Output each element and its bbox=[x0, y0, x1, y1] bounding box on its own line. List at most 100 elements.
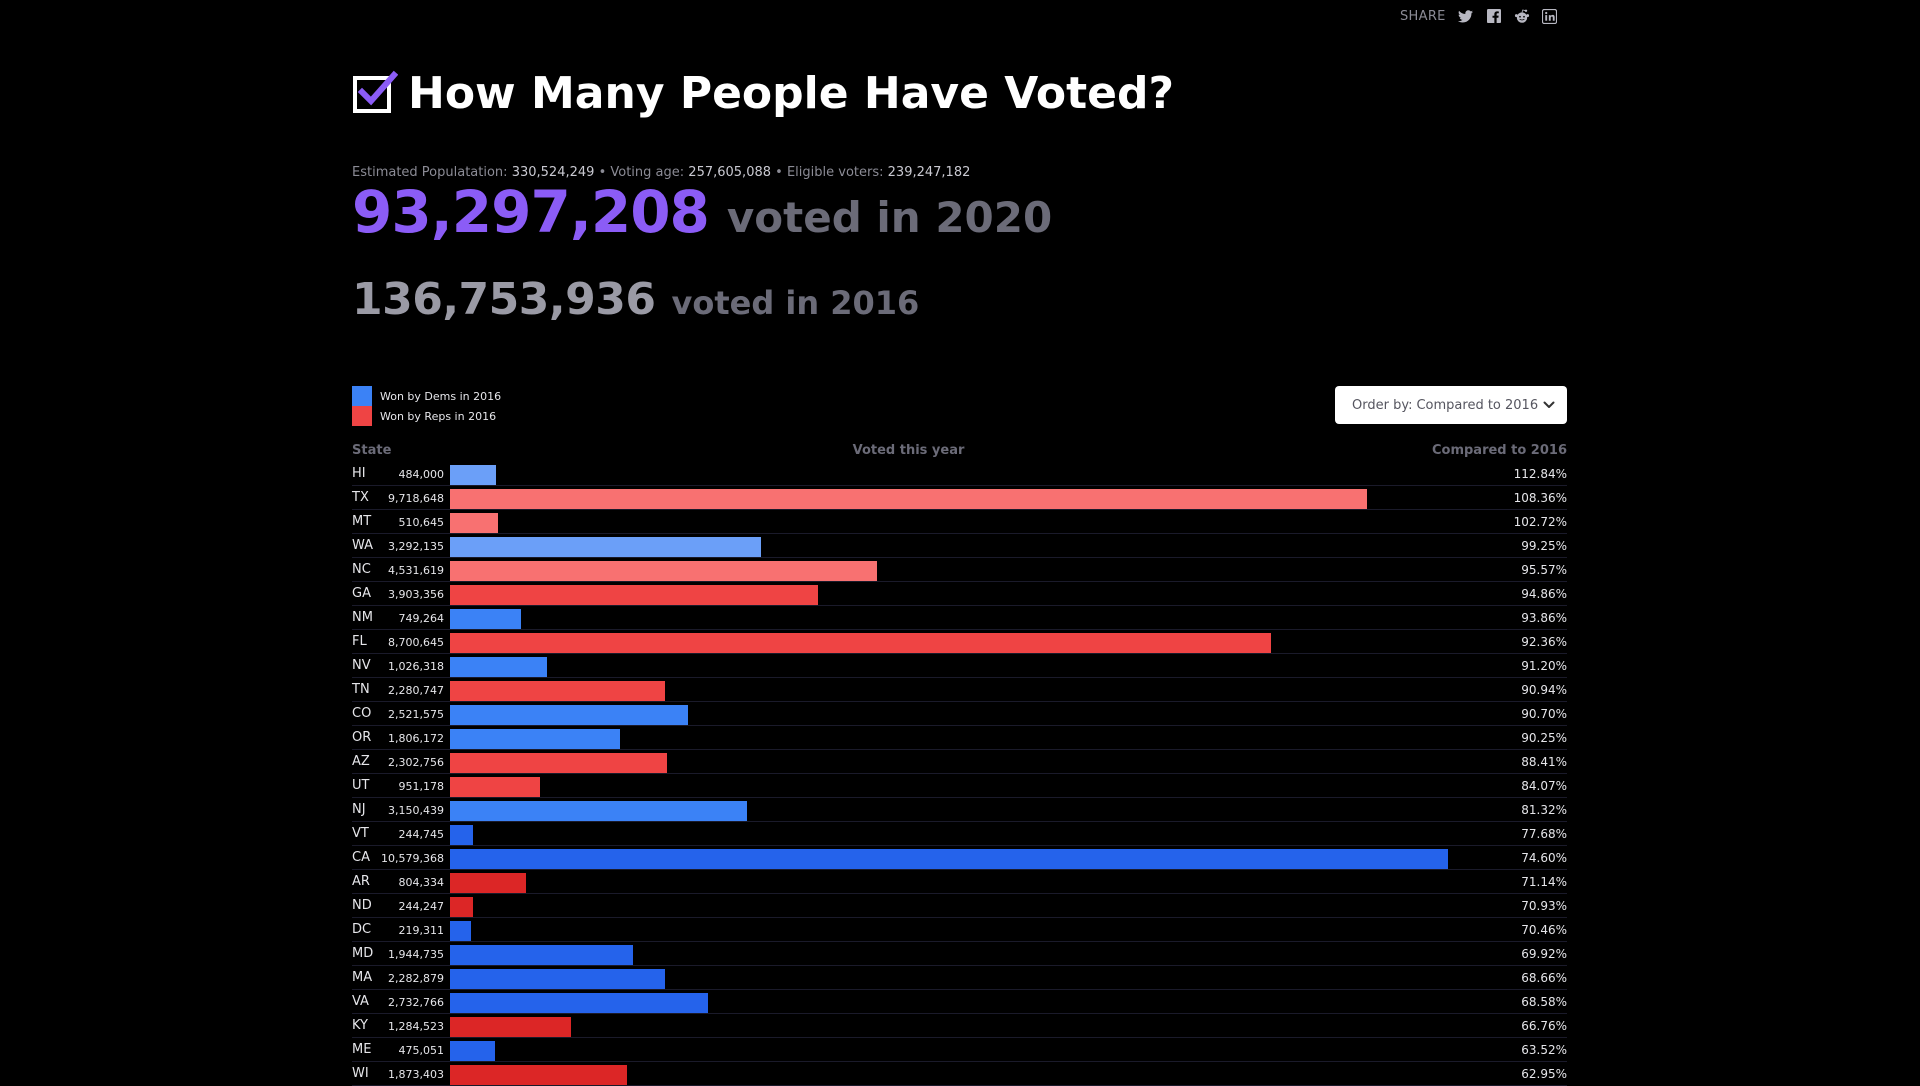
vote-count-label: 2,302,756 bbox=[388, 756, 444, 769]
compared-pct-label: 93.86% bbox=[1521, 611, 1567, 625]
vote-bar bbox=[450, 825, 474, 845]
vote-bar bbox=[450, 777, 540, 797]
legend-label-reps: Won by Reps in 2016 bbox=[380, 409, 497, 423]
table-row: CO 2,521,575 90.70% bbox=[352, 702, 1567, 726]
compared-pct-label: 108.36% bbox=[1513, 491, 1567, 505]
column-header-compared[interactable]: Compared to 2016 bbox=[1432, 443, 1567, 458]
vote-count-label: 9,718,648 bbox=[388, 492, 444, 505]
table-row: ND 244,247 70.93% bbox=[352, 894, 1567, 918]
vote-bar bbox=[450, 873, 526, 893]
compared-pct-label: 112.84% bbox=[1513, 467, 1567, 481]
vote-count-label: 3,292,135 bbox=[388, 540, 444, 553]
total-2016: 136,753,936 voted in 2016 bbox=[352, 274, 919, 325]
vote-bar bbox=[450, 945, 634, 965]
order-by-select[interactable]: Order by: Compared to 2016 bbox=[1335, 386, 1567, 424]
table-row: NM 749,264 93.86% bbox=[352, 606, 1567, 630]
voted-2016-count: 136,753,936 bbox=[352, 274, 656, 325]
vote-bar bbox=[450, 585, 819, 605]
linkedin-icon[interactable] bbox=[1542, 8, 1558, 24]
legend-swatch-reps bbox=[352, 406, 372, 426]
compared-pct-label: 71.14% bbox=[1521, 875, 1567, 889]
compared-pct-label: 84.07% bbox=[1521, 779, 1567, 793]
state-rows: HI 484,000 112.84% TX 9,718,648 108.36% MT 510,… bbox=[352, 462, 1567, 1086]
table-row: AZ 2,302,756 88.41% bbox=[352, 750, 1567, 774]
compared-pct-label: 74.60% bbox=[1521, 851, 1567, 865]
table-row: VT 244,745 77.68% bbox=[352, 822, 1567, 846]
compared-pct-label: 70.46% bbox=[1521, 923, 1567, 937]
vote-bar bbox=[450, 657, 547, 677]
vote-bar bbox=[450, 633, 1271, 653]
vote-count-label: 3,903,356 bbox=[388, 588, 444, 601]
table-row: WI 1,873,403 62.95% bbox=[352, 1062, 1567, 1086]
table-row: GA 3,903,356 94.86% bbox=[352, 582, 1567, 606]
legend: Won by Dems in 2016 Won by Reps in 2016 bbox=[352, 386, 501, 426]
vote-bar bbox=[450, 1065, 627, 1085]
vote-count-label: 2,282,879 bbox=[388, 972, 444, 985]
vote-bar bbox=[450, 1017, 572, 1037]
vote-bar bbox=[450, 993, 708, 1013]
compared-pct-label: 92.36% bbox=[1521, 635, 1567, 649]
vote-count-label: 4,531,619 bbox=[388, 564, 444, 577]
vote-bar bbox=[450, 1041, 495, 1061]
vote-bar bbox=[450, 465, 496, 485]
vote-bar bbox=[450, 489, 1367, 509]
vote-count-label: 484,000 bbox=[398, 468, 445, 481]
vote-bar bbox=[450, 897, 474, 917]
vote-count-label: 749,264 bbox=[398, 612, 445, 625]
compared-pct-label: 81.32% bbox=[1521, 803, 1567, 817]
chevron-down-icon bbox=[1543, 401, 1555, 409]
vote-count-label: 475,051 bbox=[398, 1044, 445, 1057]
vote-bar bbox=[450, 561, 878, 581]
compared-pct-label: 90.70% bbox=[1521, 707, 1567, 721]
legend-swatch-dems bbox=[352, 386, 372, 406]
vote-bar bbox=[450, 609, 521, 629]
compared-pct-label: 88.41% bbox=[1521, 755, 1567, 769]
legend-item-reps: Won by Reps in 2016 bbox=[352, 406, 501, 426]
vote-count-label: 1,806,172 bbox=[388, 732, 444, 745]
table-row: TX 9,718,648 108.36% bbox=[352, 486, 1567, 510]
compared-pct-label: 68.66% bbox=[1521, 971, 1567, 985]
table-row: VA 2,732,766 68.58% bbox=[352, 990, 1567, 1014]
page-title: How Many People Have Voted? bbox=[408, 68, 1175, 119]
voted-2020-count: 93,297,208 bbox=[352, 178, 710, 246]
order-by-label: Order by: bbox=[1352, 397, 1413, 413]
vote-count-label: 10,579,368 bbox=[381, 852, 444, 865]
vote-count-label: 804,334 bbox=[398, 876, 445, 889]
table-row: HI 484,000 112.84% bbox=[352, 462, 1567, 486]
compared-pct-label: 90.94% bbox=[1521, 683, 1567, 697]
compared-pct-label: 94.86% bbox=[1521, 587, 1567, 601]
table-row: TN 2,280,747 90.94% bbox=[352, 678, 1567, 702]
table-row: NC 4,531,619 95.57% bbox=[352, 558, 1567, 582]
vote-count-label: 244,745 bbox=[398, 828, 445, 841]
table-row: MT 510,645 102.72% bbox=[352, 510, 1567, 534]
table-row: OR 1,806,172 90.25% bbox=[352, 726, 1567, 750]
table-row: KY 1,284,523 66.76% bbox=[352, 1014, 1567, 1038]
column-header-voted[interactable]: Voted this year bbox=[352, 443, 1465, 458]
voted-2016-label: voted in 2016 bbox=[671, 284, 920, 322]
twitter-icon[interactable] bbox=[1458, 8, 1474, 24]
share-label: SHARE bbox=[1400, 8, 1446, 24]
vote-bar bbox=[450, 681, 666, 701]
table-row: UT 951,178 84.07% bbox=[352, 774, 1567, 798]
compared-pct-label: 66.76% bbox=[1521, 1019, 1567, 1033]
vote-count-label: 2,732,766 bbox=[388, 996, 444, 1009]
compared-pct-label: 91.20% bbox=[1521, 659, 1567, 673]
vote-count-label: 244,247 bbox=[398, 900, 445, 913]
vote-bar bbox=[450, 921, 471, 941]
compared-pct-label: 99.25% bbox=[1521, 539, 1567, 553]
compared-pct-label: 69.92% bbox=[1521, 947, 1567, 961]
vote-bar bbox=[450, 849, 1448, 869]
reddit-icon[interactable] bbox=[1514, 8, 1530, 24]
table-header: State Voted this year Compared to 2016 bbox=[352, 440, 1567, 462]
vote-bar bbox=[450, 729, 621, 749]
vote-count-label: 1,284,523 bbox=[388, 1020, 444, 1033]
table-row: MA 2,282,879 68.66% bbox=[352, 966, 1567, 990]
legend-item-dems: Won by Dems in 2016 bbox=[352, 386, 501, 406]
vote-count-label: 1,873,403 bbox=[388, 1068, 444, 1081]
vote-bar bbox=[450, 801, 748, 821]
compared-pct-label: 63.52% bbox=[1521, 1043, 1567, 1057]
table-row: FL 8,700,645 92.36% bbox=[352, 630, 1567, 654]
table-row: CA 10,579,368 74.60% bbox=[352, 846, 1567, 870]
vote-count-label: 951,178 bbox=[398, 780, 445, 793]
facebook-icon[interactable] bbox=[1486, 8, 1502, 24]
